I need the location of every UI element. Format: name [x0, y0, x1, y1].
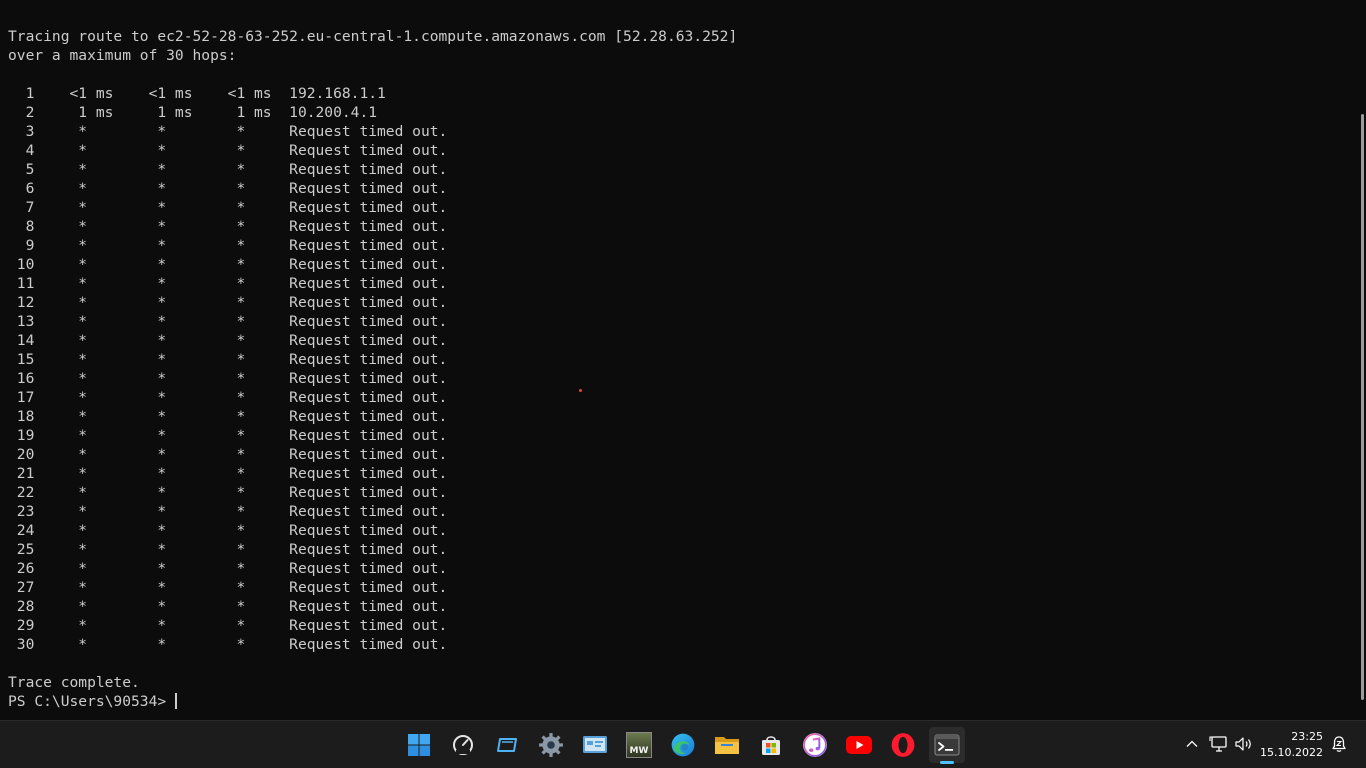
- terminal-line: 4 * * * Request timed out.: [8, 142, 448, 159]
- control-panel-app[interactable]: [577, 727, 613, 763]
- terminal-line: Trace complete.: [8, 674, 140, 691]
- tablet-icon: [497, 738, 517, 752]
- prompt-text: PS C:\Users\90534>: [8, 693, 167, 710]
- tablet-app[interactable]: [489, 727, 525, 763]
- clock-time: 23:25: [1291, 730, 1323, 743]
- speaker-icon: [1235, 737, 1251, 751]
- terminal-line: 19 * * * Request timed out.: [8, 427, 448, 444]
- text-cursor: [175, 693, 177, 709]
- terminal-line: 27 * * * Request timed out.: [8, 579, 448, 596]
- terminal-app[interactable]: [929, 727, 965, 764]
- terminal-line: 21 * * * Request timed out.: [8, 465, 448, 482]
- notifications-button[interactable]: [1328, 733, 1350, 755]
- terminal-line: 11 * * * Request timed out.: [8, 275, 448, 292]
- terminal-output: Tracing route to ec2-52-28-63-252.eu-cen…: [8, 27, 737, 711]
- terminal-line: 5 * * * Request timed out.: [8, 161, 448, 178]
- volume-tray-button[interactable]: [1233, 733, 1255, 755]
- terminal-line: 14 * * * Request timed out.: [8, 332, 448, 349]
- terminal-line: over a maximum of 30 hops:: [8, 47, 237, 64]
- terminal-line: 13 * * * Request timed out.: [8, 313, 448, 330]
- game-mw-icon: MW: [626, 732, 652, 758]
- windows-logo-icon: [408, 734, 430, 756]
- terminal-line: 7 * * * Request timed out.: [8, 199, 448, 216]
- terminal-line: 12 * * * Request timed out.: [8, 294, 448, 311]
- terminal-line: 23 * * * Request timed out.: [8, 503, 448, 520]
- gear-icon: [539, 733, 563, 757]
- opera-icon: [891, 733, 915, 757]
- game-app[interactable]: MW: [621, 727, 657, 763]
- edge-icon: [671, 733, 695, 757]
- speedtest-app[interactable]: [445, 727, 481, 763]
- terminal-line: 20 * * * Request timed out.: [8, 446, 448, 463]
- clock-date: 15.10.2022: [1260, 746, 1323, 759]
- terminal-line: 22 * * * Request timed out.: [8, 484, 448, 501]
- system-clock[interactable]: 23:25 15.10.2022: [1260, 729, 1323, 761]
- speedometer-icon: [453, 735, 473, 755]
- terminal-line: 1 <1 ms <1 ms <1 ms 192.168.1.1: [8, 85, 386, 102]
- terminal-line: 8 * * * Request timed out.: [8, 218, 448, 235]
- game-mw-label: MW: [629, 746, 649, 756]
- terminal-line: 16 * * * Request timed out.: [8, 370, 448, 387]
- opera-app[interactable]: [885, 727, 921, 763]
- store-bag-icon: [762, 736, 780, 755]
- network-icon: [1209, 736, 1227, 752]
- terminal-line: 29 * * * Request timed out.: [8, 617, 448, 634]
- terminal-scrollbar[interactable]: [1361, 114, 1364, 700]
- network-tray-button[interactable]: [1208, 733, 1230, 755]
- terminal-line: 9 * * * Request timed out.: [8, 237, 448, 254]
- youtube-app[interactable]: [841, 727, 877, 763]
- terminal-line: 3 * * * Request timed out.: [8, 123, 448, 140]
- red-dot-marker: [579, 389, 582, 392]
- file-explorer-app[interactable]: [709, 727, 745, 763]
- itunes-app[interactable]: [797, 727, 833, 763]
- folder-icon: [715, 737, 739, 754]
- chevron-up-icon: [1186, 740, 1198, 747]
- terminal-line: 18 * * * Request timed out.: [8, 408, 448, 425]
- start-button[interactable]: [401, 727, 437, 763]
- bell-snooze-icon: [1332, 736, 1346, 752]
- terminal-line: 6 * * * Request timed out.: [8, 180, 448, 197]
- show-hidden-icons-button[interactable]: [1181, 733, 1203, 755]
- terminal-window[interactable]: Tracing route to ec2-52-28-63-252.eu-cen…: [0, 0, 1366, 720]
- terminal-line: 15 * * * Request timed out.: [8, 351, 448, 368]
- youtube-icon: [846, 736, 872, 754]
- terminal-icon: [934, 734, 960, 756]
- terminal-line: 25 * * * Request timed out.: [8, 541, 448, 558]
- terminal-line: 2 1 ms 1 ms 1 ms 10.200.4.1: [8, 104, 378, 121]
- edge-app[interactable]: [665, 727, 701, 763]
- music-note-icon: [803, 733, 827, 757]
- terminal-line: 28 * * * Request timed out.: [8, 598, 448, 615]
- taskbar: MW 23:25 15.10.2022: [0, 720, 1366, 768]
- terminal-line: 24 * * * Request timed out.: [8, 522, 448, 539]
- terminal-line: Tracing route to ec2-52-28-63-252.eu-cen…: [8, 28, 738, 45]
- control-panel-icon: [583, 736, 607, 753]
- terminal-line: 10 * * * Request timed out.: [8, 256, 448, 273]
- active-app-indicator: [940, 761, 954, 764]
- store-app[interactable]: [753, 727, 789, 763]
- settings-app[interactable]: [533, 727, 569, 763]
- terminal-line: 26 * * * Request timed out.: [8, 560, 448, 577]
- terminal-line: 17 * * * Request timed out.: [8, 389, 448, 406]
- prompt-line[interactable]: PS C:\Users\90534>: [8, 692, 737, 711]
- terminal-line: 30 * * * Request timed out.: [8, 636, 448, 653]
